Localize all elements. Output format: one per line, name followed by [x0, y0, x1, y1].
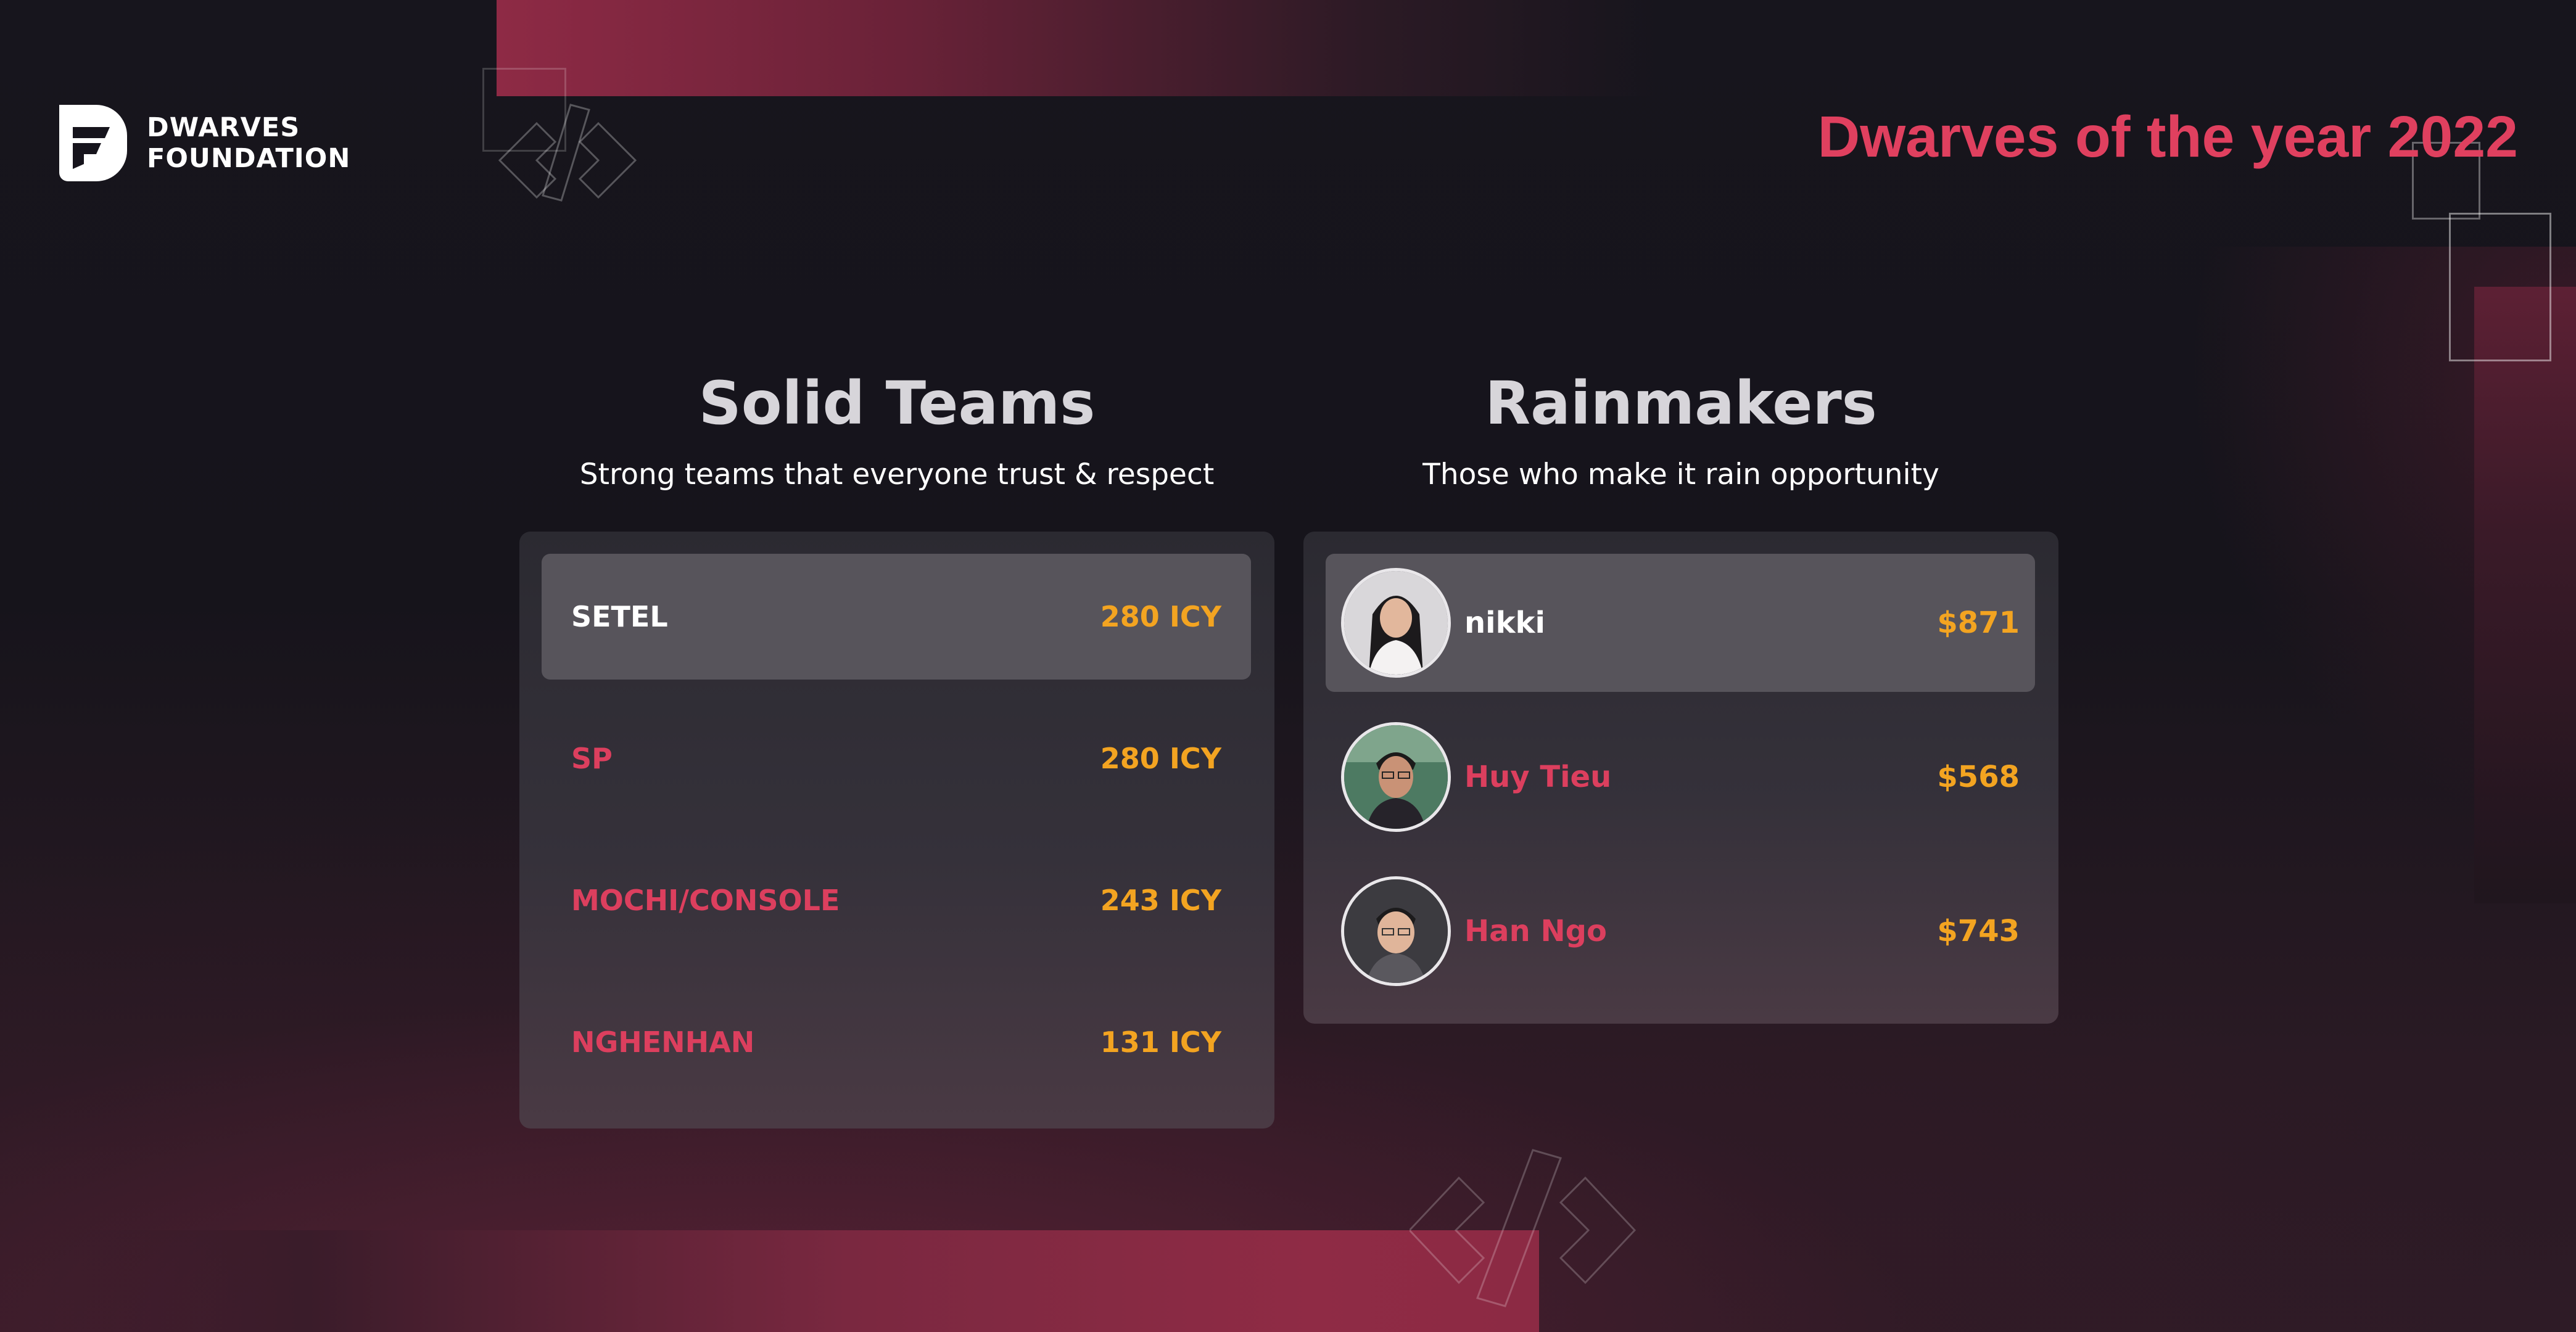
team-row[interactable]: SETEL 280 ICY	[542, 554, 1251, 680]
rainmaker-row[interactable]: nikki $871	[1326, 554, 2035, 692]
decor-outline-box	[2449, 213, 2551, 361]
team-score: 243 ICY	[1100, 884, 1221, 917]
brand-name-line2: FOUNDATION	[147, 143, 351, 174]
rainmaker-amount: $568	[1937, 760, 2020, 794]
team-name: MOCHI/CONSOLE	[571, 884, 840, 917]
code-brackets-icon	[498, 104, 637, 202]
team-name: SETEL	[571, 600, 668, 633]
decor-band-top	[497, 0, 1656, 96]
rainmaker-amount: $871	[1937, 606, 2020, 640]
brand-name: DWARVES FOUNDATION	[147, 112, 350, 174]
team-score: 280 ICY	[1100, 600, 1221, 633]
rainmaker-amount: $743	[1937, 914, 2020, 948]
team-row[interactable]: MOCHI/CONSOLE 243 ICY	[542, 837, 1251, 963]
rainmaker-name: nikki	[1464, 606, 1545, 640]
rainmaker-row[interactable]: Han Ngo $743	[1326, 862, 2035, 1000]
solid-teams-panel: SETEL 280 ICY SP 280 ICY MOCHI/CONSOLE 2…	[519, 532, 1274, 1128]
section-title: Rainmakers	[1485, 369, 1877, 438]
code-brackets-icon	[1410, 1149, 1637, 1307]
avatar-photo	[1344, 725, 1448, 829]
avatar-photo	[1344, 879, 1448, 983]
team-name: NGHENHAN	[571, 1026, 755, 1059]
team-name: SP	[571, 742, 613, 775]
section-subtitle: Those who make it rain opportunity	[1422, 458, 1939, 491]
brand-name-line1: DWARVES	[147, 112, 300, 143]
dwarves-logo-icon	[59, 105, 127, 181]
team-score: 280 ICY	[1100, 742, 1221, 775]
avatar	[1341, 568, 1451, 678]
section-title: Solid Teams	[698, 369, 1096, 438]
rainmaker-row[interactable]: Huy Tieu $568	[1326, 708, 2035, 846]
rainmakers-panel: nikki $871 Huy Tieu $568 Han Ngo $743	[1303, 532, 2058, 1024]
team-row[interactable]: NGHENHAN 131 ICY	[542, 979, 1251, 1105]
slide: DWARVES FOUNDATION Dwarves of the year 2…	[0, 0, 2576, 1332]
avatar	[1341, 876, 1451, 986]
team-score: 131 ICY	[1100, 1026, 1221, 1059]
avatar-photo	[1344, 571, 1448, 675]
brand-logo[interactable]: DWARVES FOUNDATION	[59, 105, 350, 181]
avatar	[1341, 722, 1451, 832]
rainmaker-name: Han Ngo	[1464, 914, 1607, 948]
decor-band-bottom	[0, 1230, 1539, 1332]
rainmaker-name: Huy Tieu	[1464, 760, 1612, 794]
team-row[interactable]: SP 280 ICY	[542, 696, 1251, 821]
page-title: Dwarves of the year 2022	[1817, 104, 2518, 170]
decor-band-right	[2474, 287, 2576, 903]
section-subtitle: Strong teams that everyone trust & respe…	[579, 458, 1215, 491]
